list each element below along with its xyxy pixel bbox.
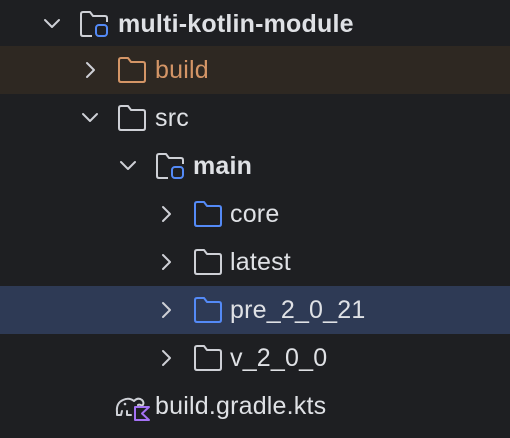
project-tree: multi-kotlin-module build src main core … <box>0 0 510 438</box>
chevron-right-icon[interactable] <box>154 298 178 322</box>
excluded-folder-icon <box>118 57 146 83</box>
tree-item-multi-kotlin-module[interactable]: multi-kotlin-module <box>0 0 510 48</box>
folder-icon <box>194 249 222 275</box>
tree-item-latest-folder[interactable]: latest <box>0 238 510 286</box>
chevron-down-icon[interactable] <box>40 12 64 36</box>
tree-item-build-gradle-kts[interactable]: build.gradle.kts <box>0 382 510 430</box>
tree-item-label: main <box>193 152 253 180</box>
tree-item-label: multi-kotlin-module <box>118 10 354 38</box>
source-folder-icon <box>194 297 222 323</box>
tree-item-label: latest <box>230 248 291 276</box>
folder-icon <box>194 345 222 371</box>
tree-item-core-folder[interactable]: core <box>0 190 510 238</box>
tree-item-label: v_2_0_0 <box>230 344 328 372</box>
gradle-kotlin-script-icon <box>115 397 150 421</box>
chevron-right-icon[interactable] <box>154 250 178 274</box>
chevron-right-icon[interactable] <box>154 346 178 370</box>
tree-item-label: src <box>155 104 189 132</box>
tree-item-label: build.gradle.kts <box>155 392 327 420</box>
source-folder-icon <box>194 201 222 227</box>
tree-item-label: pre_2_0_21 <box>230 296 366 324</box>
module-folder-icon <box>156 153 184 179</box>
tree-item-label: build <box>155 56 209 84</box>
tree-item-src-folder[interactable]: src <box>0 94 510 142</box>
chevron-right-icon[interactable] <box>78 58 102 82</box>
tree-item-build-folder[interactable]: build <box>0 46 510 94</box>
tree-item-v-2-0-0-folder[interactable]: v_2_0_0 <box>0 334 510 382</box>
tree-item-main-folder[interactable]: main <box>0 142 510 190</box>
tree-item-label: core <box>230 200 280 228</box>
chevron-down-icon[interactable] <box>78 106 102 130</box>
module-folder-icon <box>80 11 108 37</box>
chevron-down-icon[interactable] <box>116 154 140 178</box>
chevron-right-icon[interactable] <box>154 202 178 226</box>
tree-item-pre-2-0-21-folder[interactable]: pre_2_0_21 <box>0 286 510 334</box>
folder-icon <box>118 105 146 131</box>
